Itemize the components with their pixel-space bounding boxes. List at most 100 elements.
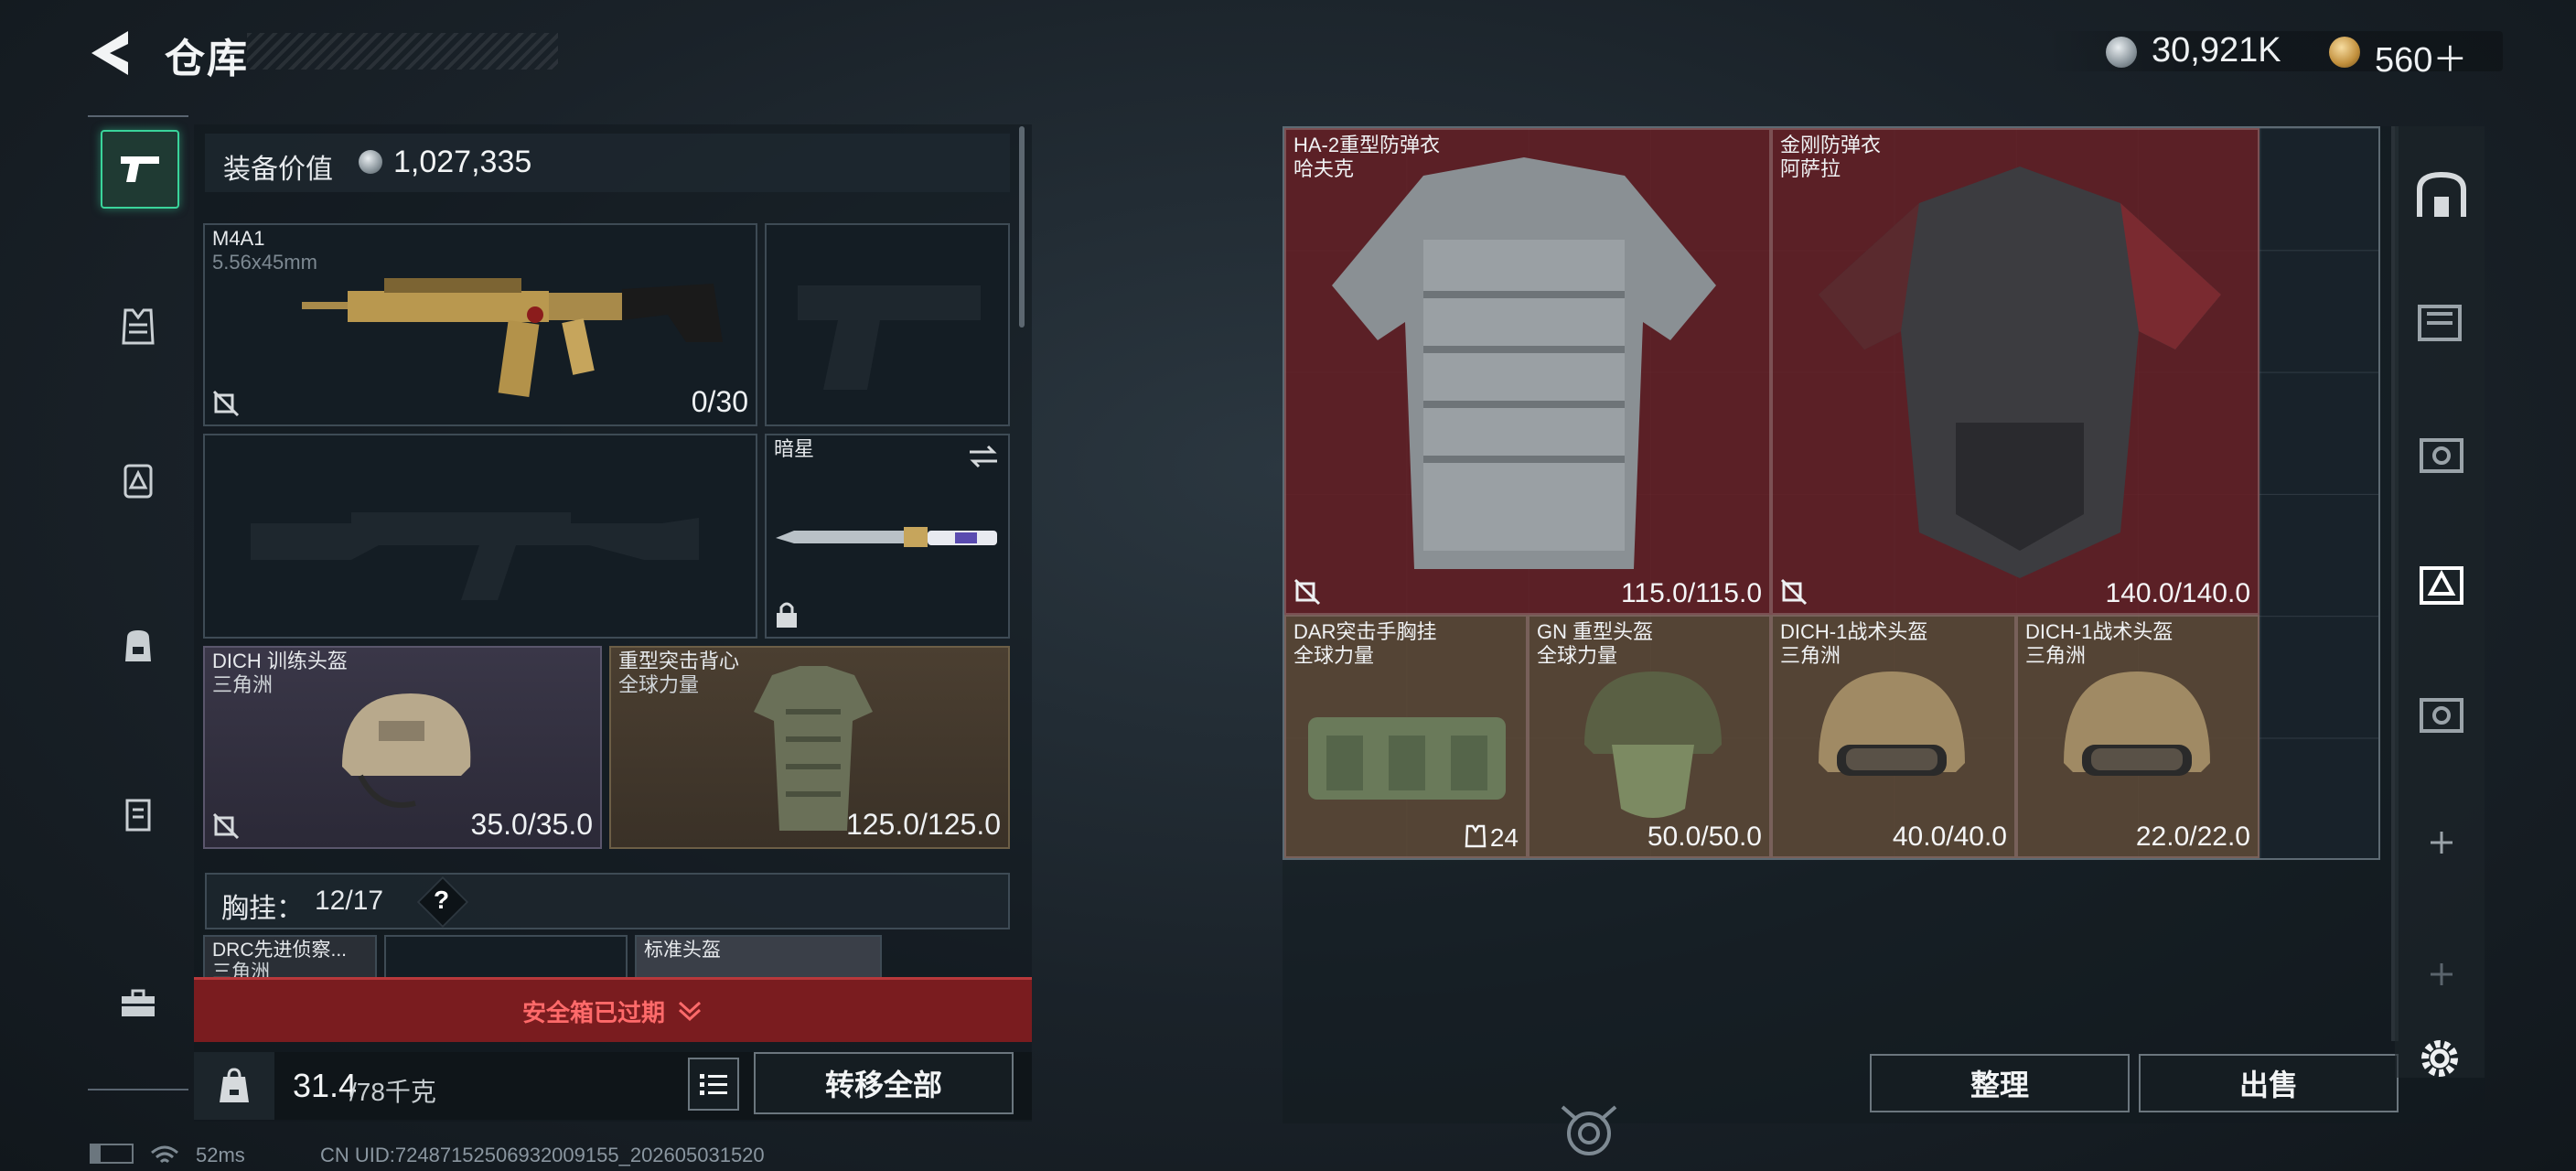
- helmet-faction: 三角洲: [212, 673, 274, 696]
- equipment-value-label: 装备价值: [223, 155, 333, 185]
- gold-currency-value[interactable]: 560＋: [2375, 31, 2467, 81]
- silver-coin-icon: [359, 150, 382, 174]
- toolbox-icon: [122, 989, 155, 1016]
- title-decoration: [247, 33, 558, 70]
- list-icon: [700, 1074, 727, 1095]
- level-4-container-icon: [2420, 698, 2463, 733]
- loadout-bottom-bar: 31.4 /78千克 转移全部: [194, 1052, 1032, 1120]
- settings-button[interactable]: [2415, 1034, 2464, 1083]
- chest-rig-label: 胸挂：: [221, 894, 304, 924]
- weight-icon: [220, 1068, 249, 1102]
- plus-icon: [2431, 963, 2453, 985]
- item-name: DICH-1战术头盔: [2025, 620, 2174, 643]
- nav-armor[interactable]: [101, 443, 176, 518]
- nav-vest[interactable]: [101, 289, 176, 364]
- nav-backpack[interactable]: [101, 607, 176, 682]
- stash-item[interactable]: 金刚防弹衣 阿萨拉 140.0/140.0: [1771, 128, 2259, 615]
- list-view-button[interactable]: [688, 1058, 739, 1111]
- stash-item[interactable]: DICH-1战术头盔 三角洲 40.0/40.0: [1771, 615, 2016, 858]
- lock-icon: [774, 600, 800, 629]
- left-nav: [88, 115, 188, 1094]
- nav-toolbox[interactable]: [101, 966, 176, 1041]
- silver-coin-icon: [2106, 37, 2137, 68]
- weapon-name: M4A1: [212, 227, 265, 250]
- no-insure-icon: [1780, 578, 1808, 606]
- item-durability: 115.0/115.0: [1620, 578, 1762, 608]
- m4a1-rifle-icon: [302, 278, 723, 397]
- sort-button[interactable]: 整理: [1870, 1054, 2130, 1112]
- max-weight: /78千克: [349, 1078, 436, 1106]
- swap-icon[interactable]: [966, 445, 1001, 468]
- no-insure-icon: [212, 812, 240, 840]
- helmet-icon: [1819, 671, 1965, 776]
- item-name: DICH-1战术头盔: [1780, 620, 1928, 643]
- loadout-scrollbar[interactable]: [1019, 126, 1025, 328]
- nav-case[interactable]: [101, 776, 176, 851]
- back-arrow-icon: [91, 31, 128, 75]
- ping-value: 52ms: [196, 1144, 245, 1166]
- backpack-icon: [125, 630, 151, 661]
- gear-icon: [2421, 1040, 2458, 1077]
- stash-tab-all[interactable]: [2410, 163, 2474, 227]
- stash-item[interactable]: DICH-1战术头盔 三角洲 22.0/22.0: [2016, 615, 2259, 858]
- transfer-all-button[interactable]: 转移全部: [754, 1052, 1014, 1114]
- sell-button[interactable]: 出售: [2139, 1054, 2399, 1112]
- secure-box-expired-text: 安全箱已过期: [521, 998, 665, 1026]
- vest-icon: [122, 308, 155, 345]
- ammo-count: 0/30: [691, 385, 748, 418]
- melee-name: 暗星: [774, 437, 815, 460]
- add-stash-button-disabled: [2410, 942, 2474, 1006]
- stash-item[interactable]: DAR突击手胸挂 全球力量 24: [1284, 615, 1528, 858]
- stash-item[interactable]: GN 重型头盔 全球力量 50.0/50.0: [1528, 615, 1771, 858]
- chest-rig-icon: [1308, 717, 1506, 800]
- nav-weapons[interactable]: [101, 130, 179, 209]
- item-durability: 140.0/140.0: [2105, 578, 2250, 608]
- armor-durability: 125.0/125.0: [845, 808, 1001, 841]
- container-icon: [2418, 305, 2462, 341]
- pistol-icon: [121, 156, 159, 182]
- secure-container-icon: [2420, 566, 2463, 605]
- item-faction: 全球力量: [1293, 644, 1375, 667]
- helmet-icon: [342, 693, 471, 808]
- rifle-silhouette-icon: [251, 512, 699, 600]
- helmet-icon: [2064, 671, 2210, 776]
- chest-rig-capacity: 12/17: [315, 886, 384, 916]
- stash-tab-1[interactable]: [2410, 287, 2474, 351]
- item-durability: 50.0/50.0: [1647, 822, 1762, 852]
- gold-coin-icon: [2329, 37, 2360, 68]
- pistol-slot[interactable]: [765, 223, 1010, 426]
- melee-slot[interactable]: 暗星: [765, 434, 1010, 639]
- stash-tab-2[interactable]: [2410, 419, 2474, 483]
- wifi-icon: [151, 1145, 178, 1164]
- no-insure-icon: [1293, 578, 1321, 606]
- equipment-value: 1,027,335: [393, 145, 532, 179]
- back-button[interactable]: [88, 26, 139, 81]
- silver-currency-value: 30,921K: [2152, 31, 2281, 70]
- pistol-silhouette-icon: [798, 285, 981, 390]
- page-title: 仓库: [165, 37, 249, 81]
- plus-icon: [2431, 832, 2453, 854]
- secondary-weapon-slot[interactable]: [203, 434, 757, 639]
- chest-item-name: DRC先进侦察...: [212, 940, 347, 961]
- level-4-container-icon: [2420, 438, 2463, 473]
- equipment-value-row: 装备价值 1,027,335: [205, 134, 1010, 192]
- vest-icon: [1465, 824, 1487, 848]
- helmet-slot[interactable]: DICH 训练头盔 三角洲 35.0/35.0: [203, 646, 602, 849]
- current-weight: 31.4: [293, 1067, 358, 1104]
- stash-item[interactable]: HA-2重型防弹衣 哈夫克 115.0/115.0: [1284, 128, 1771, 615]
- stash-tab-4[interactable]: [2410, 679, 2474, 743]
- add-stash-button[interactable]: [2410, 811, 2474, 875]
- battery-icon: [90, 1144, 134, 1164]
- uid-text: CN UID:7248715250693200915​5_20260503152…: [320, 1144, 765, 1166]
- primary-weapon-slot[interactable]: M4A1 5.56x45mm 0/30: [203, 223, 757, 426]
- item-durability: 40.0/40.0: [1892, 822, 2007, 852]
- chest-rig-row[interactable]: 胸挂： 12/17 ?: [205, 873, 1010, 929]
- armor-slot[interactable]: 重型突击背心 全球力量 125.0/125.0: [609, 646, 1010, 849]
- secure-box-expired-banner[interactable]: 安全箱已过期: [194, 977, 1032, 1042]
- item-name: GN 重型头盔: [1537, 620, 1654, 643]
- stash-tab-3[interactable]: [2410, 551, 2474, 615]
- chevron-down-icon: [678, 1001, 702, 1022]
- chest-item-name: 标准头盔: [644, 940, 721, 961]
- help-icon[interactable]: ?: [434, 886, 449, 915]
- item-name: DAR突击手胸挂: [1293, 620, 1437, 643]
